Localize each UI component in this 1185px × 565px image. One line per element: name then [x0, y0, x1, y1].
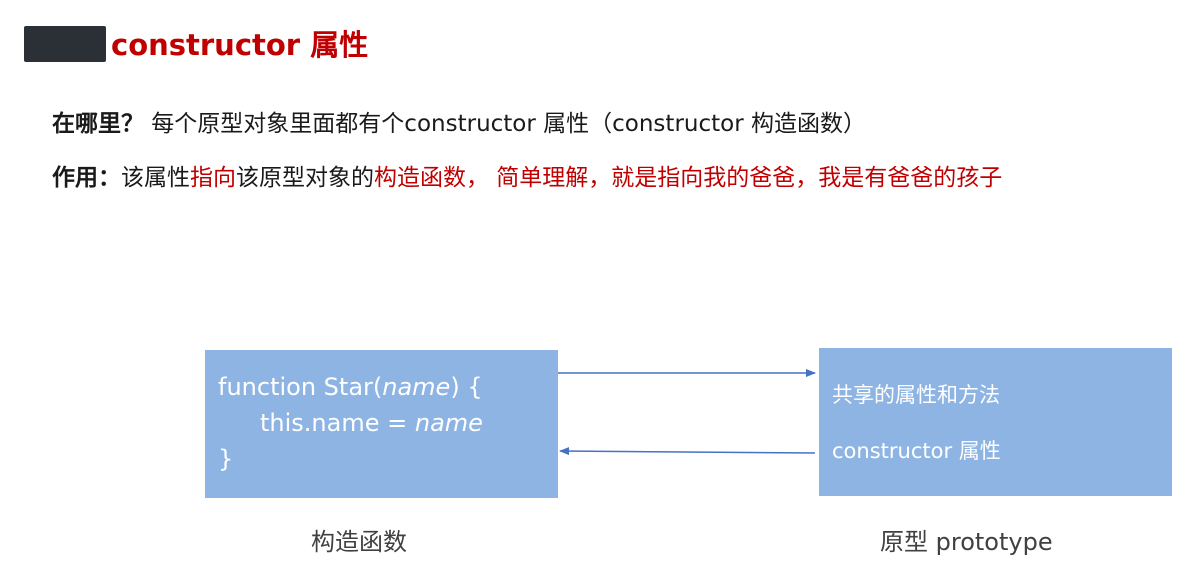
arrows	[558, 369, 816, 456]
prototype-caption: 原型 prototype	[880, 528, 1053, 556]
constructor-arrow	[559, 447, 816, 456]
constructor-caption: 构造函数	[311, 528, 407, 556]
